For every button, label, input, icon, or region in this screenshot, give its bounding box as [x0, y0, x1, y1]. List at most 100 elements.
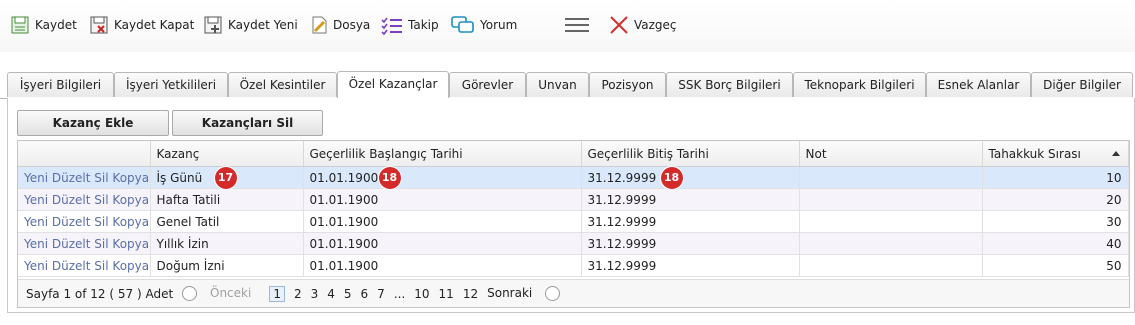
tab-panel: Kazanç Ekle Kazançları Sil Kazanç Geçerl… [7, 98, 1135, 313]
col-header-note[interactable]: Not [799, 141, 983, 167]
tab-ozel-kesintiler[interactable]: Özel Kesintiler [228, 72, 337, 97]
cell-start-date: 01.01.1900 [303, 210, 582, 233]
add-earning-button[interactable]: Kazanç Ekle [17, 110, 169, 136]
col-header-end-date[interactable]: Geçerlilik Bitiş Tarihi [581, 141, 800, 167]
row-edit-link[interactable]: Düzelt [52, 259, 91, 273]
row-edit-link[interactable]: Düzelt [52, 215, 91, 229]
pager: Sayfa 1 of 12 ( 57 ) Adet Önceki 1 2 3 4… [18, 279, 1129, 307]
tab-pozisyon[interactable]: Pozisyon [589, 72, 666, 97]
row-delete-link[interactable]: Sil [94, 171, 108, 185]
save-close-button[interactable]: Kaydet Kapat [89, 14, 194, 36]
row-copy-link[interactable]: Kopya [112, 259, 149, 273]
page-link[interactable]: 7 [377, 287, 385, 301]
row-copy-link[interactable]: Kopya [112, 215, 149, 229]
row-new-link[interactable]: Yeni [24, 193, 48, 207]
row-actions: Yeni Düzelt Sil Kopya [18, 188, 151, 211]
comment-button[interactable]: Yorum [451, 14, 517, 36]
actions-header [18, 141, 151, 167]
cell-kazanc: Hafta Tatili [150, 188, 304, 211]
cell-kazanc: İş Günü 17 [150, 166, 304, 189]
page-link[interactable]: 3 [311, 287, 319, 301]
tab-strip: İşyeri Bilgileri İşyeri Yetkilileri Özel… [0, 71, 1135, 99]
cell-note [799, 166, 983, 189]
file-pencil-icon [312, 16, 327, 34]
tab-unvan[interactable]: Unvan [526, 72, 589, 97]
cell-end-date: 31.12.9999 [581, 210, 800, 233]
comment-icon [451, 16, 474, 33]
tab-ozel-kazanclar[interactable]: Özel Kazançlar [337, 71, 449, 98]
row-delete-link[interactable]: Sil [94, 237, 108, 251]
cancel-button[interactable]: Vazgeç [609, 14, 677, 36]
page-link[interactable]: 4 [327, 287, 335, 301]
cell-kazanc-text: İş Günü [156, 170, 203, 185]
page-link[interactable]: 1 [269, 285, 285, 302]
row-new-link[interactable]: Yeni [24, 259, 48, 273]
marker-badge: 18 [378, 167, 401, 189]
row-copy-link[interactable]: Kopya [112, 237, 149, 251]
row-delete-link[interactable]: Sil [94, 215, 108, 229]
toolbar: Kaydet Kaydet Kapat Kaydet Yeni Dosya Ta… [0, 0, 1135, 52]
page-link[interactable]: 2 [294, 287, 302, 301]
cell-note [799, 188, 983, 211]
sort-ascending-icon [1111, 151, 1120, 156]
cell-note [799, 254, 983, 277]
tab-isyeri-yetkilileri[interactable]: İşyeri Yetkilileri [114, 72, 228, 97]
save-new-button[interactable]: Kaydet Yeni [203, 14, 298, 36]
row-edit-link[interactable]: Düzelt [52, 171, 91, 185]
page-link[interactable]: 6 [361, 287, 369, 301]
tab-esnek-alanlar[interactable]: Esnek Alanlar [926, 72, 1031, 97]
table-row[interactable]: Yeni Düzelt Sil Kopya İş Günü 17 01.01.1… [18, 166, 1129, 189]
follow-button[interactable]: Takip [381, 14, 439, 36]
cell-note [799, 232, 983, 255]
file-button[interactable]: Dosya [310, 14, 370, 36]
tab-ssk-borc-bilgileri[interactable]: SSK Borç Bilgileri [666, 72, 793, 97]
row-copy-link[interactable]: Kopya [112, 193, 149, 207]
page-link[interactable]: 10 [414, 287, 429, 301]
follow-label: Takip [408, 18, 439, 32]
row-new-link[interactable]: Yeni [24, 215, 48, 229]
save-icon [11, 16, 29, 34]
cell-start-date: 01.01.1900 [303, 232, 582, 255]
cell-end-date-text: 31.12.9999 [587, 170, 657, 185]
tab-gorevler[interactable]: Görevler [449, 72, 526, 97]
cell-end-date: 31.12.9999 [581, 254, 800, 277]
row-new-link[interactable]: Yeni [24, 237, 48, 251]
table-row[interactable]: Yeni Düzelt Sil Kopya Doğum İzni 01.01.1… [18, 254, 1129, 277]
table-row[interactable]: Yeni Düzelt Sil Kopya Genel Tatil 01.01.… [18, 210, 1129, 233]
table-row[interactable]: Yeni Düzelt Sil Kopya Hafta Tatili 01.01… [18, 188, 1129, 211]
page-link[interactable]: 11 [439, 287, 454, 301]
cell-order: 40 [982, 232, 1129, 255]
row-new-link[interactable]: Yeni [24, 171, 48, 185]
pager-next-button[interactable]: Sonraki [487, 286, 569, 301]
col-header-start-date[interactable]: Geçerlilik Başlangıç Tarihi [303, 141, 582, 167]
page-link[interactable]: 5 [344, 287, 352, 301]
row-copy-link[interactable]: Kopya [112, 171, 149, 185]
page-ellipsis: ... [393, 286, 406, 301]
tab-teknopark-bilgileri[interactable]: Teknopark Bilgileri [793, 72, 926, 97]
pager-prev-button[interactable]: Önceki [182, 286, 260, 301]
cell-end-date: 31.12.9999 [581, 232, 800, 255]
table-row[interactable]: Yeni Düzelt Sil Kopya Yıllık İzin 01.01.… [18, 232, 1129, 255]
chevron-right-icon [545, 286, 561, 301]
col-header-order[interactable]: Tahakkuk Sırası [982, 141, 1129, 167]
cell-kazanc: Yıllık İzin [150, 232, 304, 255]
save-new-icon [204, 16, 222, 34]
row-delete-link[interactable]: Sil [94, 259, 108, 273]
menu-button[interactable] [565, 14, 594, 36]
tab-diger-bilgiler[interactable]: Diğer Bilgiler [1031, 72, 1133, 97]
save-close-icon [90, 16, 108, 34]
cell-start-date: 01.01.1900 [303, 188, 582, 211]
col-header-kazanc[interactable]: Kazanç [150, 141, 304, 167]
cell-kazanc: Genel Tatil [150, 210, 304, 233]
row-edit-link[interactable]: Düzelt [52, 193, 91, 207]
row-actions: Yeni Düzelt Sil Kopya [18, 210, 151, 233]
page-link[interactable]: 12 [463, 287, 478, 301]
row-edit-link[interactable]: Düzelt [52, 237, 91, 251]
row-delete-link[interactable]: Sil [94, 193, 108, 207]
tab-isyeri-bilgileri[interactable]: İşyeri Bilgileri [7, 72, 114, 97]
delete-earnings-button[interactable]: Kazançları Sil [172, 110, 323, 136]
cell-order: 20 [982, 188, 1129, 211]
save-button[interactable]: Kaydet [10, 14, 77, 36]
pager-summary: Sayfa 1 of 12 ( 57 ) Adet [26, 286, 174, 301]
file-label: Dosya [333, 18, 371, 32]
